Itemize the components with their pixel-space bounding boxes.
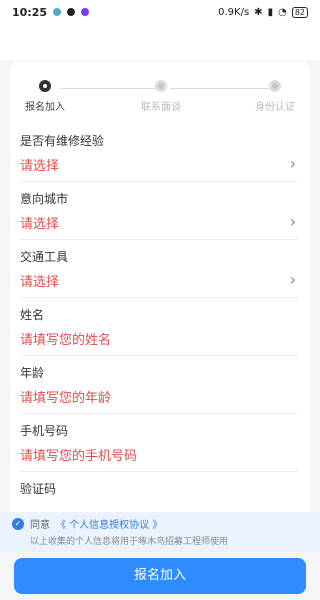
progress-steps: 报名加入 联系面谈 身份认证 (10, 62, 310, 116)
field-label: 验证码 (20, 482, 57, 496)
field-label: 意向城市 (20, 192, 69, 206)
agreement-link[interactable]: 《 个人信息授权协议 》 (56, 516, 162, 531)
field-transport[interactable]: 交通工具 请选择 › (20, 240, 298, 298)
field-label: 手机号码 (20, 424, 69, 438)
field-select-value[interactable]: 请选择 (20, 213, 59, 232)
step-dot (269, 80, 281, 92)
signal-icon: ▮ (267, 6, 274, 18)
status-bar: 10:25 0.9K/s ✱ ▮ ◔ 82 (0, 0, 320, 24)
age-input[interactable]: 请填写您的年龄 (20, 387, 111, 406)
consent-bar: ✓ 同意 《 个人信息授权协议 》 以上收集的个人信息将用于啄木鸟招募工程师使用 (0, 512, 320, 552)
field-repair-experience[interactable]: 是否有维修经验 请选择 › (20, 124, 298, 182)
field-city[interactable]: 意向城市 请选择 › (20, 182, 298, 240)
field-label: 姓名 (20, 308, 45, 322)
chevron-right-icon: › (289, 154, 296, 173)
wifi-icon: ◔ (278, 6, 287, 18)
checkbox-checked-icon[interactable]: ✓ (12, 517, 24, 530)
network-speed: 0.9K/s (218, 6, 250, 18)
signup-form-card: 报名加入 联系面谈 身份认证 是否有维修经验 请选择 › 意向城市 请选择 › … (10, 62, 310, 522)
consent-prefix: 同意 (30, 520, 50, 531)
step-label: 身份认证 (255, 102, 295, 113)
field-name[interactable]: 姓名 请填写您的姓名 (20, 298, 298, 356)
name-input[interactable]: 请填写您的姓名 (20, 329, 111, 348)
app-icon (81, 8, 90, 16)
submit-signup-button[interactable]: 报名加入 (14, 558, 306, 594)
field-select-value[interactable]: 请选择 (20, 155, 59, 174)
status-time: 10:25 (12, 5, 48, 19)
step-label: 联系面谈 (141, 102, 181, 113)
step-signup: 报名加入 (10, 80, 80, 113)
step-label: 报名加入 (25, 102, 65, 113)
step-dot-active (39, 80, 51, 92)
consent-note: 以上收集的个人信息将用于啄木鸟招募工程师使用 (30, 537, 229, 547)
phone-input[interactable]: 请填写您的手机号码 (20, 445, 137, 464)
field-label: 交通工具 (20, 250, 69, 264)
field-label: 年龄 (20, 366, 45, 380)
step-verification: 身份认证 (240, 80, 310, 113)
status-left: 10:25 (12, 5, 90, 19)
header-spacer (0, 24, 320, 60)
field-select-value[interactable]: 请选择 (20, 271, 59, 290)
battery-icon: 82 (291, 6, 308, 18)
field-label: 是否有维修经验 (20, 134, 105, 148)
bluetooth-icon: ✱ (254, 6, 263, 18)
chevron-right-icon: › (289, 270, 296, 289)
step-dot (155, 80, 167, 92)
chevron-right-icon: › (289, 212, 296, 231)
consent-row: ✓ 同意 《 个人信息授权协议 》 (12, 516, 310, 531)
app-notification-icon (53, 8, 62, 16)
field-age[interactable]: 年龄 请填写您的年龄 (20, 356, 298, 414)
step-interview: 联系面谈 (126, 80, 196, 113)
status-right: 0.9K/s ✱ ▮ ◔ 82 (218, 6, 308, 18)
tiktok-icon (67, 8, 76, 16)
field-phone[interactable]: 手机号码 请填写您的手机号码 (20, 414, 298, 472)
